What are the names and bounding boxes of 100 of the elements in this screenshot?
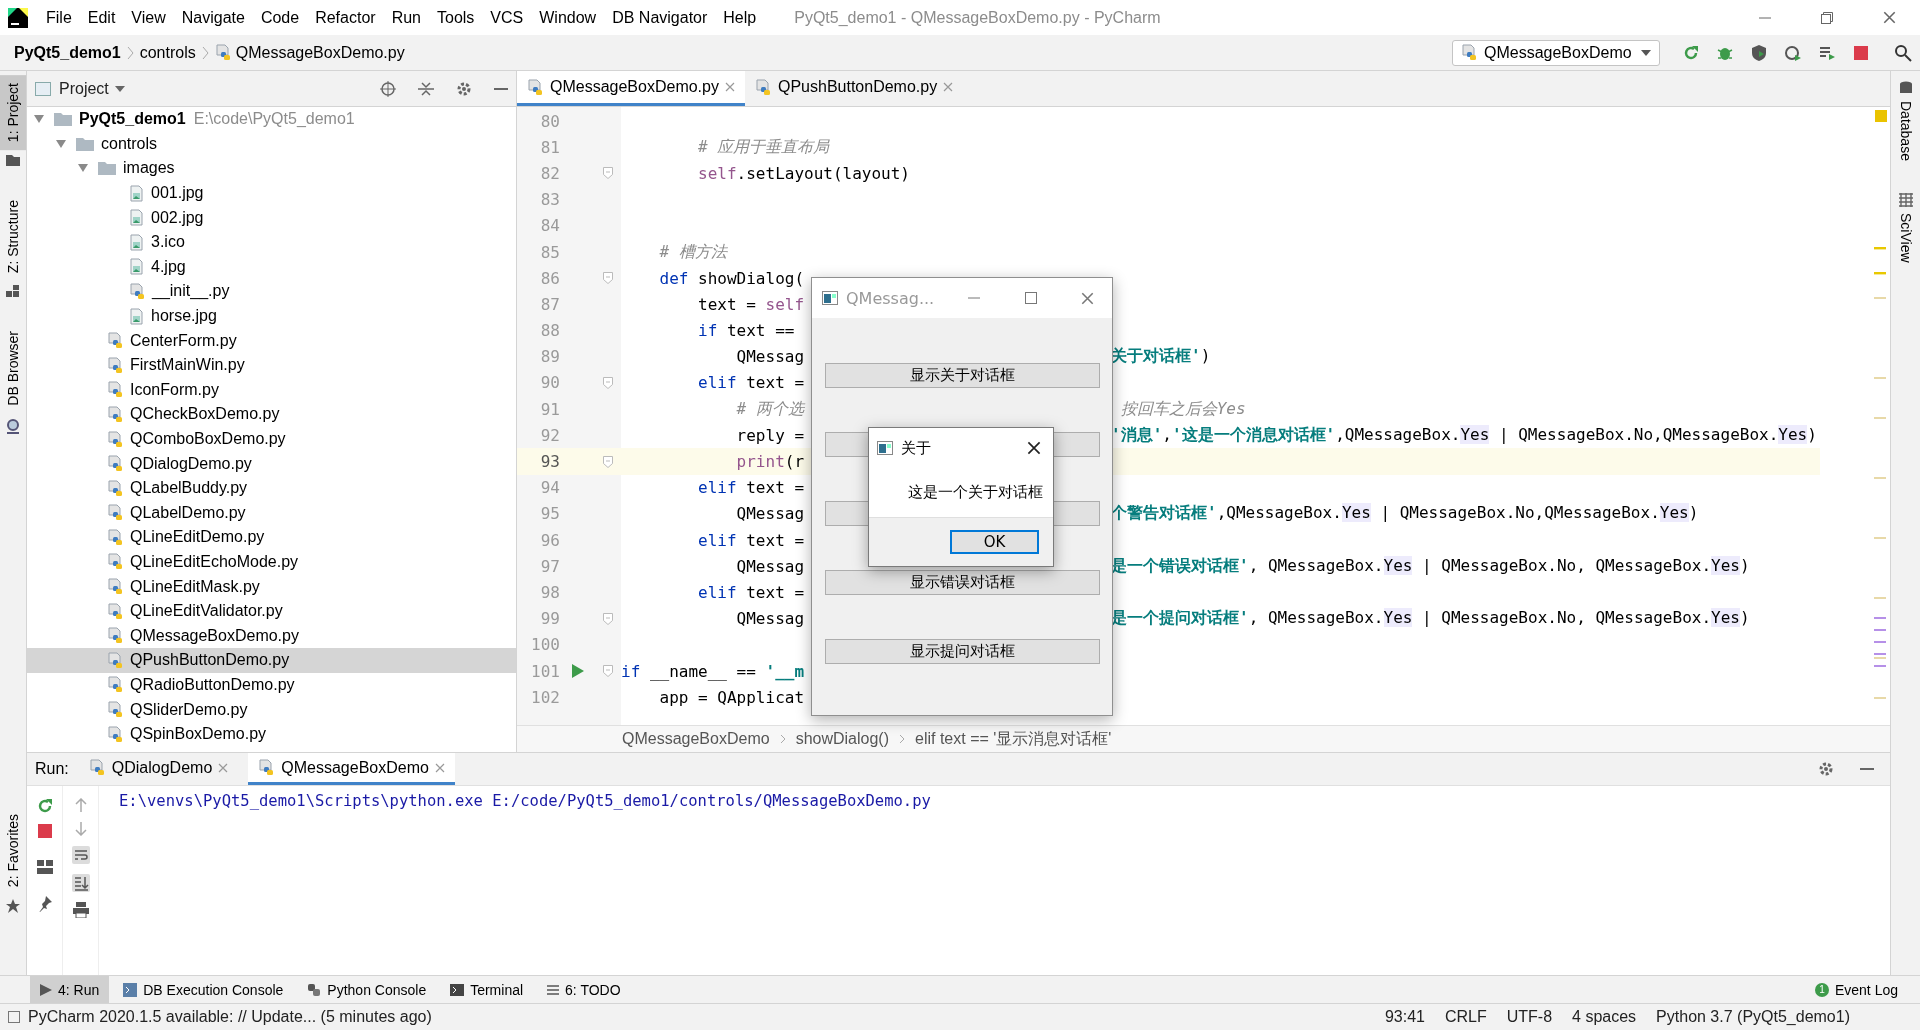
tree-item[interactable]: QSliderDemo.py (27, 697, 516, 722)
up-arrow-icon[interactable] (74, 798, 87, 812)
down-arrow-icon[interactable] (74, 822, 87, 836)
print-icon[interactable] (72, 902, 89, 918)
status-square-icon[interactable] (8, 1011, 20, 1023)
tool-window-button[interactable]: Terminal (440, 975, 534, 1004)
tree-item[interactable]: 001.jpg (27, 180, 516, 206)
tree-item[interactable]: controls (27, 131, 516, 157)
menu-item[interactable]: Run (383, 4, 429, 31)
tree-item[interactable]: QLabelDemo.py (27, 500, 516, 526)
status-item[interactable]: UTF-8 (1506, 1008, 1553, 1026)
menu-item[interactable]: Tools (429, 4, 483, 31)
dialog-button[interactable]: 显示关于对话框 (825, 363, 1100, 388)
layout-icon[interactable] (36, 860, 53, 874)
breadcrumb-item[interactable]: QMessageBoxDemo.py (235, 40, 405, 65)
editor-tab[interactable]: QMessageBoxDemo.py (517, 71, 745, 106)
fold-marker-icon[interactable] (603, 376, 613, 389)
menu-item[interactable]: Window (531, 4, 605, 31)
menu-item[interactable]: Refactor (307, 4, 384, 31)
tree-item[interactable]: QPushButtonDemo.py (27, 648, 516, 673)
tool-window-tab[interactable]: SciView (1897, 212, 1914, 263)
soft-wrap-icon[interactable] (71, 846, 90, 864)
tree-item[interactable]: PyQt5_demo1 E:\code\PyQt5_demo1 (27, 107, 516, 132)
fold-marker-icon[interactable] (603, 272, 613, 285)
maximize-icon[interactable] (1025, 292, 1038, 304)
dialog-button[interactable]: 显示错误对话框 (825, 570, 1100, 595)
breadcrumb-item[interactable]: controls (139, 40, 196, 65)
tool-window-tab[interactable]: 1: Project (0, 75, 26, 151)
fold-marker-icon[interactable] (603, 167, 613, 180)
stop-icon[interactable] (37, 824, 52, 838)
dialog-button[interactable]: 显示提问对话框 (825, 639, 1100, 664)
menu-item[interactable]: VCS (482, 4, 532, 31)
restore-icon[interactable] (1821, 11, 1833, 24)
fold-marker-icon[interactable] (603, 665, 613, 678)
menu-item[interactable]: File (38, 4, 80, 31)
locate-icon[interactable] (380, 80, 396, 97)
tree-item[interactable]: FirstMainWin.py (27, 352, 516, 378)
tool-window-tab[interactable]: Database (1897, 101, 1914, 161)
ok-button[interactable]: OK (950, 530, 1039, 554)
run-tab[interactable]: QMessageBoxDemo (248, 753, 455, 785)
breadcrumb-item[interactable]: elif text == '显示消息对话框' (915, 728, 1112, 750)
tool-window-tab[interactable]: Z: Structure (0, 192, 26, 282)
breadcrumb-item[interactable]: showDialog() (795, 730, 889, 748)
menu-item[interactable]: DB Navigator (604, 4, 716, 31)
coverage-shield-icon[interactable] (1750, 43, 1768, 62)
breadcrumb-item[interactable]: QMessageBoxDemo (622, 730, 770, 748)
status-item[interactable]: Python 3.7 (PyQt5_demo1) (1656, 1008, 1850, 1026)
tree-item[interactable]: QComboBoxDemo.py (27, 426, 516, 452)
tree-item[interactable]: CenterForm.py (27, 328, 516, 353)
pin-icon[interactable] (37, 896, 52, 912)
tree-item[interactable]: QLineEditDemo.py (27, 525, 516, 550)
tree-item[interactable]: 4.jpg (27, 254, 516, 280)
tree-item[interactable]: IconForm.py (27, 377, 516, 403)
tree-item[interactable]: QLineEditEchoMode.py (27, 549, 516, 575)
menu-item[interactable]: View (123, 4, 174, 31)
tree-item[interactable]: __init__.py (27, 279, 516, 304)
editor-tab[interactable]: QPushButtonDemo.py (744, 71, 964, 106)
tool-window-button[interactable]: Python Console (297, 975, 437, 1004)
status-item[interactable]: CRLF (1444, 1008, 1487, 1026)
project-view-dropdown[interactable]: Project (59, 79, 125, 98)
tool-window-button[interactable]: DB Execution Console (113, 975, 294, 1004)
status-item[interactable]: 4 spaces (1572, 1008, 1637, 1026)
tree-item[interactable]: QRadioButtonDemo.py (27, 672, 516, 698)
menu-item[interactable]: Help (715, 4, 765, 31)
tree-item[interactable]: QCheckBoxDemo.py (27, 402, 516, 427)
collapse-icon[interactable] (418, 80, 434, 97)
tree-item[interactable]: 002.jpg (27, 205, 516, 230)
status-message[interactable]: PyCharm 2020.1.5 available: // Update... (5 minutes ago) (28, 1008, 432, 1026)
breadcrumb-item[interactable]: PyQt5_demo1 (14, 40, 121, 65)
tree-item[interactable]: 3.ico (27, 229, 516, 255)
settings-icon[interactable] (1818, 761, 1834, 777)
tool-window-button[interactable]: 6: TODO (537, 975, 631, 1004)
tool-window-button[interactable]: 4: Run (30, 975, 110, 1004)
tree-item[interactable]: horse.jpg (27, 303, 516, 329)
profiler-icon[interactable] (1784, 43, 1802, 62)
menu-item[interactable]: Edit (79, 4, 124, 31)
menu-item[interactable]: Code (252, 4, 308, 31)
close-icon[interactable] (1027, 441, 1041, 455)
tree-item[interactable]: QDialogDemo.py (27, 451, 516, 476)
expand-arrow-icon[interactable] (55, 137, 67, 150)
fold-marker-icon[interactable] (603, 612, 613, 625)
stop-icon[interactable] (1852, 43, 1870, 62)
rerun-icon[interactable] (36, 798, 53, 814)
tree-item[interactable]: QLineEditMask.py (27, 574, 516, 599)
tree-item[interactable]: images (27, 156, 516, 181)
rerun-icon[interactable] (1682, 43, 1700, 62)
tool-window-tab[interactable]: 2: Favorites (0, 805, 26, 895)
tree-item[interactable]: QLineEditValidator.py (27, 598, 516, 624)
search-icon[interactable] (1894, 43, 1912, 62)
tree-item[interactable]: QSpinBoxDemo.py (27, 721, 516, 747)
run-icon[interactable] (571, 664, 584, 679)
run-tab[interactable]: QDialogDemo (78, 753, 239, 785)
fold-marker-icon[interactable] (603, 455, 613, 468)
event-log-button[interactable]: Event Log (1834, 981, 1898, 998)
tool-window-tab[interactable]: DB Browser (0, 323, 26, 414)
menu-item[interactable]: Navigate (173, 4, 253, 31)
settings-icon[interactable] (456, 80, 472, 97)
tree-item[interactable]: QMessageBoxDemo.py (27, 623, 516, 649)
run-configuration-dropdown[interactable]: QMessageBoxDemo (1452, 39, 1660, 66)
scroll-to-end-icon[interactable] (71, 874, 90, 892)
